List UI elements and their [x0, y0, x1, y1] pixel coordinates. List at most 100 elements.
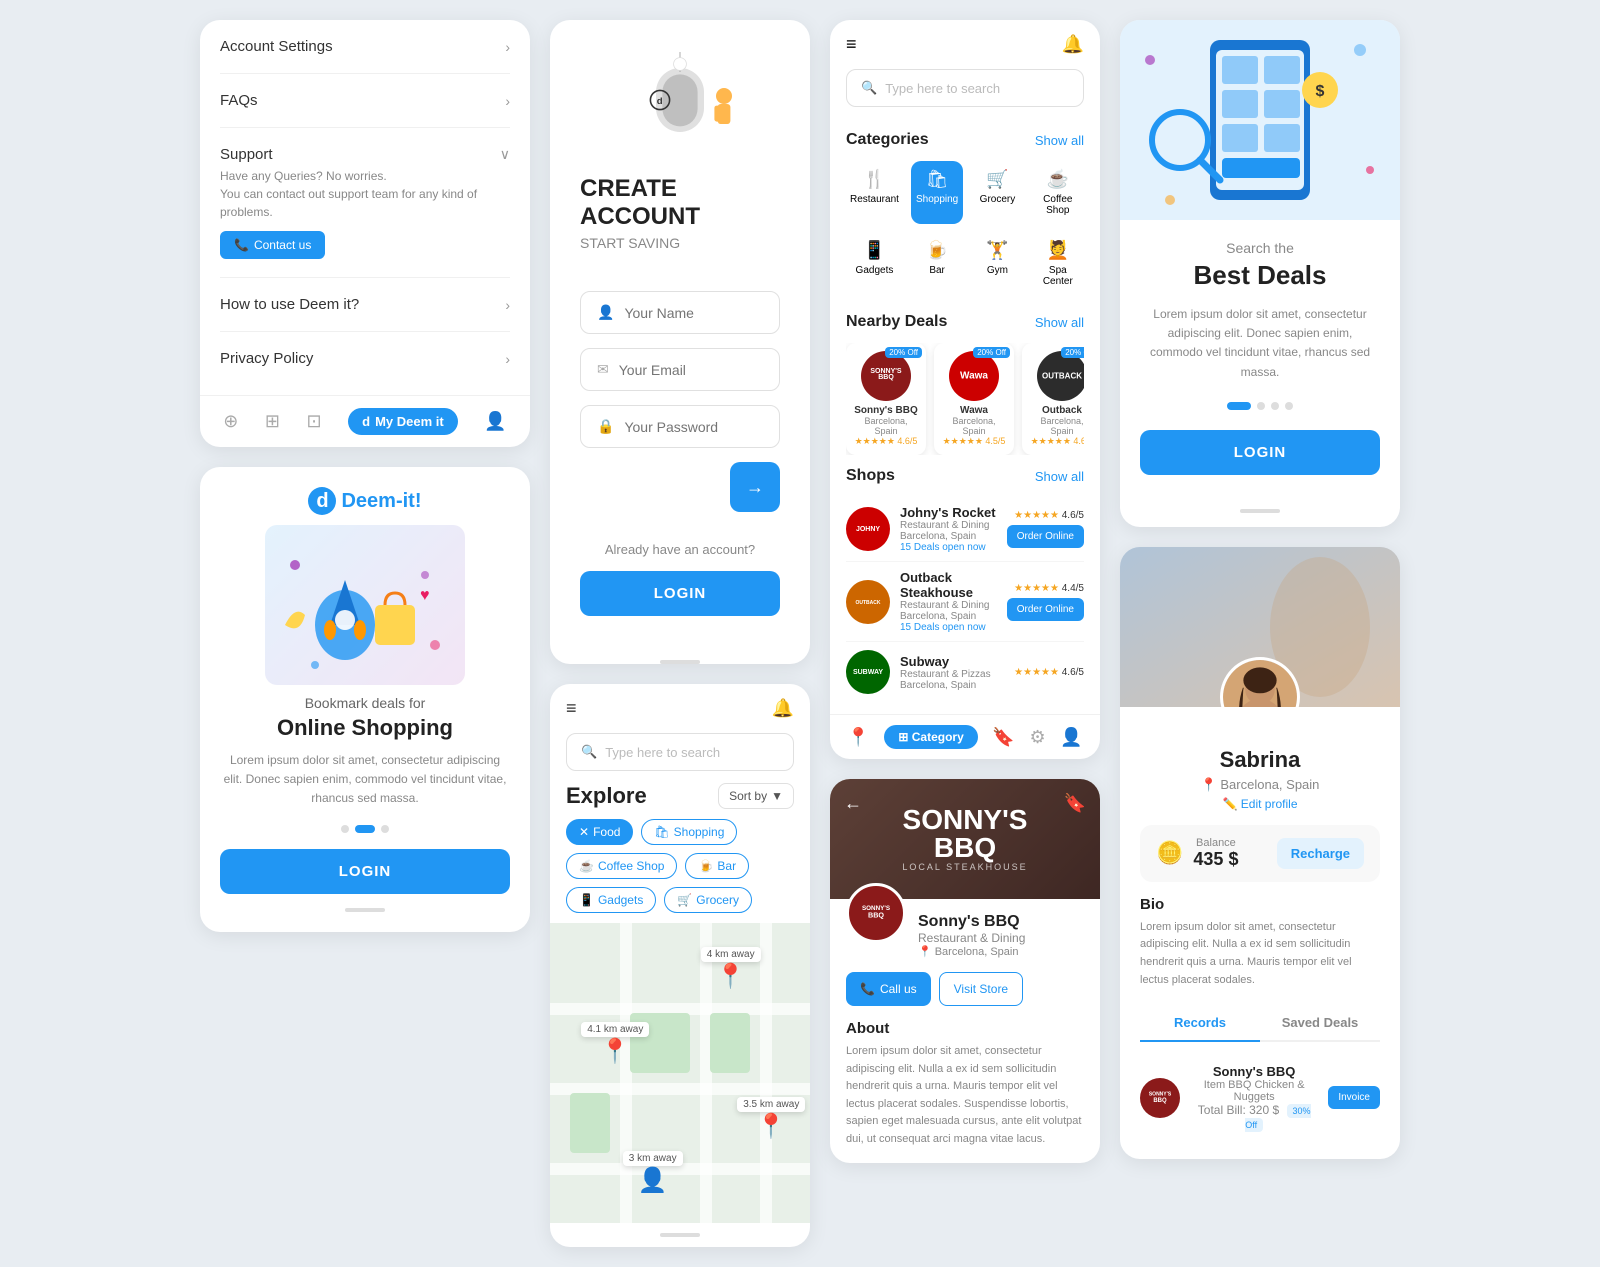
profile-nav-icon: 👤	[1060, 727, 1082, 748]
shop-item-2[interactable]: OUTBACK Outback Steakhouse Restaurant & …	[846, 562, 1084, 642]
restaurant-bookmark-icon[interactable]: 🔖	[1064, 793, 1086, 814]
shop-item-1[interactable]: JOHNY Johny's Rocket Restaurant & Dining…	[846, 497, 1084, 562]
restaurant-header-name2: BBQ	[902, 834, 1027, 862]
cat-gym[interactable]: 🏋 Gym	[971, 232, 1023, 295]
filter-bar[interactable]: 🍺 Bar	[685, 853, 749, 879]
cat-spa[interactable]: 💆 Spa Center	[1032, 232, 1084, 295]
sd-dot-1[interactable]	[1227, 402, 1251, 410]
name-input[interactable]	[624, 305, 763, 321]
saved-deal-item-name-1: Item BBQ Chicken & Nuggets	[1190, 1079, 1318, 1103]
category-icon: ⊞	[898, 730, 911, 744]
deal-sonnys[interactable]: 20% Off SONNY'S BBQ Sonny's BBQ Barcelon…	[846, 343, 926, 455]
edit-profile-link[interactable]: ✏️ Edit profile	[1140, 797, 1380, 811]
tab-records[interactable]: Records	[1140, 1005, 1260, 1042]
bookmark-icon[interactable]: ⊡	[307, 411, 322, 432]
cat-grocery[interactable]: 🛒 Grocery	[971, 161, 1023, 224]
map-pin-3[interactable]: 3.5 km away 📍	[737, 1097, 805, 1141]
create-account-login-button[interactable]: LOGIN	[580, 571, 780, 616]
phone-icon: 📞	[234, 238, 249, 252]
call-us-button[interactable]: 📞 Call us	[846, 972, 931, 1006]
map-pin-1[interactable]: 4 km away 📍	[701, 947, 761, 991]
submit-arrow-button[interactable]: →	[730, 462, 780, 512]
settings-item-support[interactable]: Support ∨ Have any Queries? No worries. …	[220, 128, 510, 278]
nav-category-active[interactable]: ⊞ Category	[884, 725, 977, 749]
svg-text:d: d	[657, 96, 663, 107]
notification-icon[interactable]: 🔔	[1062, 34, 1084, 55]
hamburger-menu-icon[interactable]: ≡	[566, 698, 577, 719]
map-pin-4[interactable]: 3 km away 👤	[623, 1151, 683, 1195]
my-deem-it-button[interactable]: d My Deem it	[348, 408, 458, 435]
visit-store-button[interactable]: Visit Store	[939, 972, 1023, 1006]
filter-gadgets[interactable]: 📱 Gadgets	[566, 887, 656, 913]
settings-account-label: Account Settings	[220, 38, 333, 55]
profile-icon[interactable]: 👤	[484, 411, 506, 432]
filter-grocery[interactable]: 🛒 Grocery	[664, 887, 752, 913]
back-button[interactable]: ←	[844, 793, 862, 814]
shop-location-1: Barcelona, Spain	[900, 531, 997, 542]
filter-shopping[interactable]: 🛍 Shopping	[641, 819, 737, 845]
nav-bookmark[interactable]: 🔖	[992, 727, 1014, 748]
email-input-wrap[interactable]: ✉	[580, 348, 780, 391]
order-button-1[interactable]: Order Online	[1007, 525, 1084, 548]
sd-dot-4[interactable]	[1285, 402, 1293, 410]
cat-shopping[interactable]: 🛍 Shopping	[911, 161, 963, 224]
deal-outback[interactable]: 20% Off OUTBACK Outback Barcelona, Spain…	[1022, 343, 1084, 455]
menu-icon[interactable]: ≡	[846, 34, 857, 55]
explore-search-bar[interactable]: 🔍 Type here to search	[566, 733, 794, 771]
search-deals-illustration: $	[1120, 20, 1400, 220]
nearby-show-all[interactable]: Show all	[1035, 315, 1084, 330]
sort-button[interactable]: Sort by ▼	[718, 783, 794, 809]
restaurant-logo-wrap: SONNY'S BBQ	[846, 883, 906, 943]
dot-3[interactable]	[381, 825, 389, 833]
cat-gadgets[interactable]: 📱 Gadgets	[846, 232, 903, 295]
nav-settings[interactable]: ⚙	[1029, 727, 1045, 748]
deal-wawa[interactable]: 20% Off Wawa Wawa Barcelona, Spain ★★★★★…	[934, 343, 1014, 455]
invoice-button-1[interactable]: Invoice	[1328, 1086, 1380, 1109]
deem-slide-heading: Online Shopping	[220, 715, 510, 741]
filter-coffee-shop[interactable]: ☕ Coffee Shop	[566, 853, 677, 879]
settings-item-faqs[interactable]: FAQs ›	[220, 74, 510, 128]
svg-text:♥: ♥	[420, 587, 430, 604]
map-pin-label-4: 3 km away	[623, 1151, 683, 1166]
location-pin-icon: 📍	[756, 1112, 786, 1141]
nav-location[interactable]: 📍	[847, 727, 869, 748]
settings-item-how-to-use[interactable]: How to use Deem it? ›	[220, 278, 510, 332]
filter-food[interactable]: ✕ Food	[566, 819, 633, 845]
grid-icon[interactable]: ⊞	[265, 411, 280, 432]
order-button-2[interactable]: Order Online	[1007, 598, 1084, 621]
password-input-wrap[interactable]: 🔒	[580, 405, 780, 448]
deem-login-button[interactable]: LOGIN	[220, 849, 510, 894]
shops-show-all[interactable]: Show all	[1035, 469, 1084, 484]
deem-description: Lorem ipsum dolor sit amet, consectetur …	[220, 751, 510, 809]
sd-login-button[interactable]: LOGIN	[1140, 430, 1380, 475]
categories-show-all[interactable]: Show all	[1035, 133, 1084, 148]
search-deals-card: $ Search the Best Deals Lorem ipsum dolo…	[1120, 20, 1400, 527]
restaurant-header-sub: LOCAL STEAKHOUSE	[902, 862, 1027, 872]
password-input[interactable]	[624, 419, 763, 435]
edit-icon: ✏️	[1223, 797, 1238, 811]
globe-icon[interactable]: ⊕	[223, 411, 238, 432]
settings-item-account[interactable]: Account Settings ›	[220, 20, 510, 74]
sd-dot-3[interactable]	[1271, 402, 1279, 410]
saved-deal-item-1[interactable]: SONNY'S BBQ Sonny's BBQ Item BBQ Chicken…	[1140, 1056, 1380, 1139]
email-input[interactable]	[619, 362, 763, 378]
recharge-button[interactable]: Recharge	[1277, 838, 1364, 869]
map-area[interactable]: 4 km away 📍 4.1 km away 📍 3.5 km away 📍 …	[550, 923, 810, 1223]
notification-bell-icon[interactable]: 🔔	[772, 698, 794, 719]
dot-1[interactable]	[341, 825, 349, 833]
settings-item-privacy[interactable]: Privacy Policy ›	[220, 332, 510, 385]
contact-us-button[interactable]: 📞 Contact us	[220, 231, 325, 259]
bio-section: Bio Lorem ipsum dolor sit amet, consecte…	[1140, 896, 1380, 989]
shop-item-3[interactable]: SUBWAY Subway Restaurant & Pizzas Barcel…	[846, 642, 1084, 702]
sd-dot-2[interactable]	[1257, 402, 1265, 410]
cat-coffee[interactable]: ☕ Coffee Shop	[1032, 161, 1084, 224]
main-search-bar[interactable]: 🔍 Type here to search	[846, 69, 1084, 107]
nav-profile[interactable]: 👤	[1060, 727, 1082, 748]
cat-bar[interactable]: 🍺 Bar	[911, 232, 963, 295]
name-input-wrap[interactable]: 👤	[580, 291, 780, 334]
bar-icon: 🍺	[915, 240, 959, 261]
cat-restaurant[interactable]: 🍴 Restaurant	[846, 161, 903, 224]
tab-saved-deals[interactable]: Saved Deals	[1260, 1005, 1380, 1040]
dot-2-active[interactable]	[355, 825, 375, 833]
map-pin-2[interactable]: 4.1 km away 📍	[581, 1022, 649, 1066]
